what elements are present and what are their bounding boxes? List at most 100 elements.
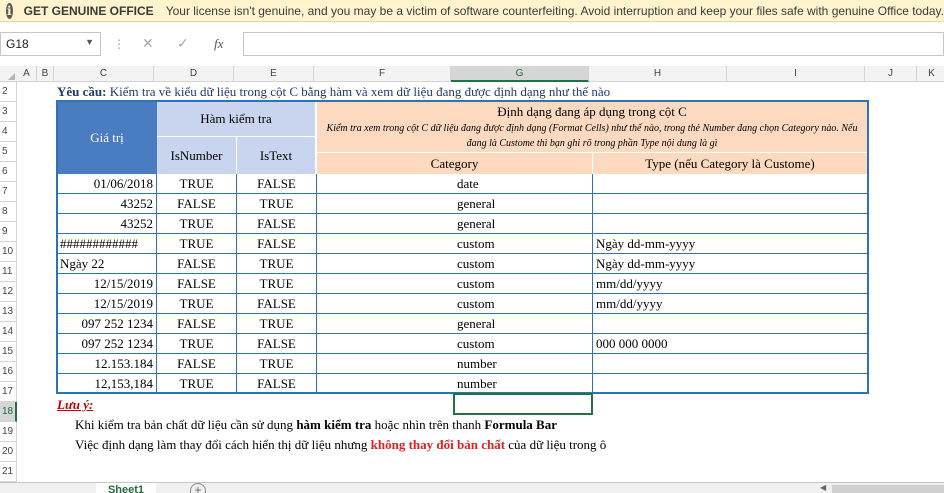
table-cell-category[interactable]: general [317,194,593,214]
table-cell-type[interactable]: 000 000 0000 [593,334,867,354]
column-header-e[interactable]: E [234,66,314,82]
table-cell-category[interactable]: custom [317,234,593,254]
formula-input[interactable] [243,32,944,56]
table-cell-type[interactable] [593,214,867,234]
table-cell-isnumber[interactable]: FALSE [157,314,237,334]
table-cell-isnumber[interactable]: FALSE [157,354,237,374]
table-cell-value[interactable]: 12/15/2019 [57,274,157,294]
row-header-11[interactable]: 11 [0,262,17,282]
column-header-j[interactable]: J [865,66,917,82]
table-cell-type[interactable] [593,314,867,334]
row-header-20[interactable]: 20 [0,442,17,462]
table-cell-isnumber[interactable]: TRUE [157,374,237,394]
table-cell-istext[interactable]: TRUE [237,274,317,294]
row-header-14[interactable]: 14 [0,322,17,342]
table-cell-istext[interactable]: FALSE [237,294,317,314]
table-cell-type[interactable] [593,194,867,214]
table-cell-category[interactable]: custom [317,294,593,314]
table-cell-value[interactable]: 43252 [57,214,157,234]
table-cell-istext[interactable]: FALSE [237,174,317,194]
table-cell-isnumber[interactable]: TRUE [157,294,237,314]
column-header-h[interactable]: H [589,66,727,82]
row-header-4[interactable]: 4 [0,122,17,142]
row-header-6[interactable]: 6 [0,162,17,182]
row-header-12[interactable]: 12 [0,282,17,302]
scroll-left-icon[interactable]: ◀ [820,483,830,492]
table-cell-istext[interactable]: FALSE [237,374,317,394]
table-cell-category[interactable]: general [317,314,593,334]
row-header-21[interactable]: 21 [0,462,17,482]
row-header-3[interactable]: 3 [0,102,17,122]
table-cell-type[interactable]: Ngày dd-mm-yyyy [593,234,867,254]
table-cell-isnumber[interactable]: TRUE [157,174,237,194]
row-header-15[interactable]: 15 [0,342,17,362]
table-cell-value[interactable]: ############ [57,234,157,254]
row-header-7[interactable]: 7 [0,182,17,202]
column-header-c[interactable]: C [54,66,154,82]
table-cell-istext[interactable]: TRUE [237,354,317,374]
table-cell-value[interactable]: 12.153.184 [57,354,157,374]
table-cell-istext[interactable]: FALSE [237,334,317,354]
table-cell-isnumber[interactable]: FALSE [157,254,237,274]
cancel-icon[interactable]: ✕ [142,35,154,52]
table-cell-value[interactable]: Ngày 22 [57,254,157,274]
table-cell-category[interactable]: custom [317,334,593,354]
table-cell-isnumber[interactable]: TRUE [157,334,237,354]
row-header-10[interactable]: 10 [0,242,17,262]
select-all-button[interactable] [0,66,17,82]
row-header-19[interactable]: 19 [0,422,17,442]
table-cell-istext[interactable]: FALSE [237,214,317,234]
name-box[interactable]: G18 ▼ [0,32,101,56]
table-cell-category[interactable]: custom [317,274,593,294]
row-header-16[interactable]: 16 [0,362,17,382]
row-header-2[interactable]: 2 [0,82,17,102]
table-cell-value[interactable]: 097 252 1234 [57,334,157,354]
table-cell-isnumber[interactable]: TRUE [157,234,237,254]
table-cell-type[interactable] [593,354,867,374]
table-cell-category[interactable]: date [317,174,593,194]
table-cell-istext[interactable]: TRUE [237,254,317,274]
table-cell-type[interactable] [593,374,867,394]
table-cell-value[interactable]: 01/06/2018 [57,174,157,194]
table-cell-value[interactable]: 43252 [57,194,157,214]
add-sheet-icon[interactable]: + [190,483,206,493]
column-header-k[interactable]: K [917,66,944,82]
selected-cell-g18[interactable] [453,393,593,415]
table-cell-isnumber[interactable]: FALSE [157,194,237,214]
chevron-down-icon[interactable]: ▼ [85,37,94,47]
table-cell-type[interactable] [593,174,867,194]
table-cell-value[interactable]: 097 252 1234 [57,314,157,334]
table-cell-category[interactable]: number [317,374,593,394]
table-cell-istext[interactable]: TRUE [237,194,317,214]
table-cell-category[interactable]: number [317,354,593,374]
column-header-g[interactable]: G [451,66,589,82]
table-cell-type[interactable]: mm/dd/yyyy [593,274,867,294]
row-header-18[interactable]: 18 [0,402,17,422]
more-options-icon[interactable]: ⋮ [113,37,125,51]
row-header-9[interactable]: 9 [0,222,17,242]
table-cell-istext[interactable]: FALSE [237,234,317,254]
column-header-d[interactable]: D [154,66,234,82]
row-header-5[interactable]: 5 [0,142,17,162]
table-cell-type[interactable]: mm/dd/yyyy [593,294,867,314]
row-header-17[interactable]: 17 [0,382,17,402]
column-header-i[interactable]: I [727,66,865,82]
table-cell-category[interactable]: custom [317,254,593,274]
enter-check-icon[interactable]: ✓ [177,35,189,52]
table-cell-value[interactable]: 12/15/2019 [57,294,157,314]
table-cell-isnumber[interactable]: FALSE [157,274,237,294]
row-header-13[interactable]: 13 [0,302,17,322]
column-header-f[interactable]: F [314,66,451,82]
worksheet-grid[interactable]: Yêu cầu: Kiểm tra về kiểu dữ liệu trong … [17,82,944,482]
column-header-a[interactable]: A [17,66,37,82]
horizontal-scrollbar[interactable] [832,485,944,493]
table-cell-value[interactable]: 12,153,184 [57,374,157,394]
column-header-b[interactable]: B [37,66,54,82]
table-cell-type[interactable]: Ngày dd-mm-yyyy [593,254,867,274]
message-bar-title[interactable]: GET GENUINE OFFICE [24,4,154,18]
table-cell-isnumber[interactable]: TRUE [157,214,237,234]
row-header-8[interactable]: 8 [0,202,17,222]
table-cell-istext[interactable]: TRUE [237,314,317,334]
table-cell-category[interactable]: general [317,214,593,234]
insert-function-icon[interactable]: fx [214,36,223,52]
